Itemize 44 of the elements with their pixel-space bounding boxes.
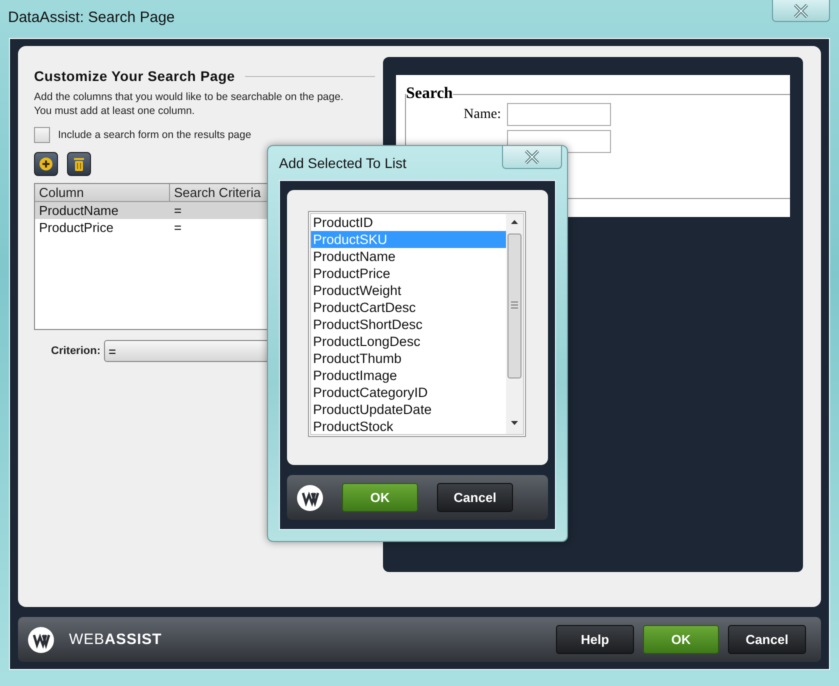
footer-button[interactable]: Help bbox=[556, 625, 634, 654]
table-cell-text: = bbox=[173, 219, 183, 236]
column-header: Column bbox=[35, 184, 170, 201]
plus-icon bbox=[39, 157, 53, 171]
table-cell-text: = bbox=[173, 202, 183, 219]
close-icon bbox=[793, 4, 809, 18]
criterion-label: Criterion: bbox=[51, 345, 100, 357]
section-heading: Customize Your Search Page bbox=[34, 68, 236, 84]
list-item[interactable]: ProductUpdateDate bbox=[311, 401, 506, 418]
footer-button[interactable]: OK bbox=[643, 625, 719, 654]
list-item[interactable]: ProductWeight bbox=[311, 282, 506, 299]
logo-icon bbox=[28, 626, 54, 653]
dialog-button[interactable]: Cancel bbox=[437, 483, 513, 512]
footer-button[interactable]: Cancel bbox=[728, 625, 806, 654]
close-icon bbox=[524, 150, 540, 164]
form-legend: Search bbox=[406, 85, 453, 103]
table-row[interactable]: ProductName = bbox=[35, 202, 268, 219]
list-item[interactable]: ProductImage bbox=[311, 367, 506, 384]
list-item[interactable]: ProductCartDesc bbox=[311, 299, 506, 316]
table-cell-text: ProductName bbox=[38, 202, 120, 219]
checkbox[interactable] bbox=[34, 127, 50, 143]
list-item[interactable]: ProductID bbox=[311, 214, 506, 231]
add-button[interactable] bbox=[34, 152, 58, 176]
list-item[interactable]: ProductName bbox=[311, 248, 506, 265]
list-item[interactable]: ProductShortDesc bbox=[311, 316, 506, 333]
field-label: Name: bbox=[462, 106, 501, 122]
list-item[interactable]: ProductCategoryID bbox=[311, 384, 506, 401]
dialog-button[interactable]: OK bbox=[342, 483, 418, 512]
list-item[interactable]: ProductPrice bbox=[311, 265, 506, 282]
input-field[interactable] bbox=[507, 103, 611, 126]
section-description: Add the columns that you would like to be searchable on the page. You must add at least one column. bbox=[34, 90, 344, 118]
logo-icon bbox=[297, 484, 323, 510]
window-title: DataAssist: Search Page bbox=[8, 9, 175, 26]
dialog-title: Add Selected To List bbox=[279, 155, 406, 171]
close-button[interactable] bbox=[772, 0, 830, 22]
scrollbar[interactable] bbox=[506, 214, 523, 434]
trash-icon bbox=[73, 156, 85, 172]
delete-button[interactable] bbox=[67, 152, 91, 176]
list-item[interactable]: ProductStock bbox=[311, 418, 506, 435]
brand-name: WEBASSIST bbox=[69, 631, 163, 648]
table-cell-text: ProductPrice bbox=[38, 219, 114, 236]
checkbox-label: Include a search form on the results page bbox=[58, 129, 252, 141]
close-button[interactable] bbox=[502, 146, 562, 169]
list-box[interactable]: ProductID ProductSKU ProductName ProductPrice ProductWeight ProductCartDesc ProductShortDesc ProductLongDesc ProductThumb ProductImage ProductCategoryID ProductUpdateDate ProductStock bbox=[308, 211, 526, 437]
